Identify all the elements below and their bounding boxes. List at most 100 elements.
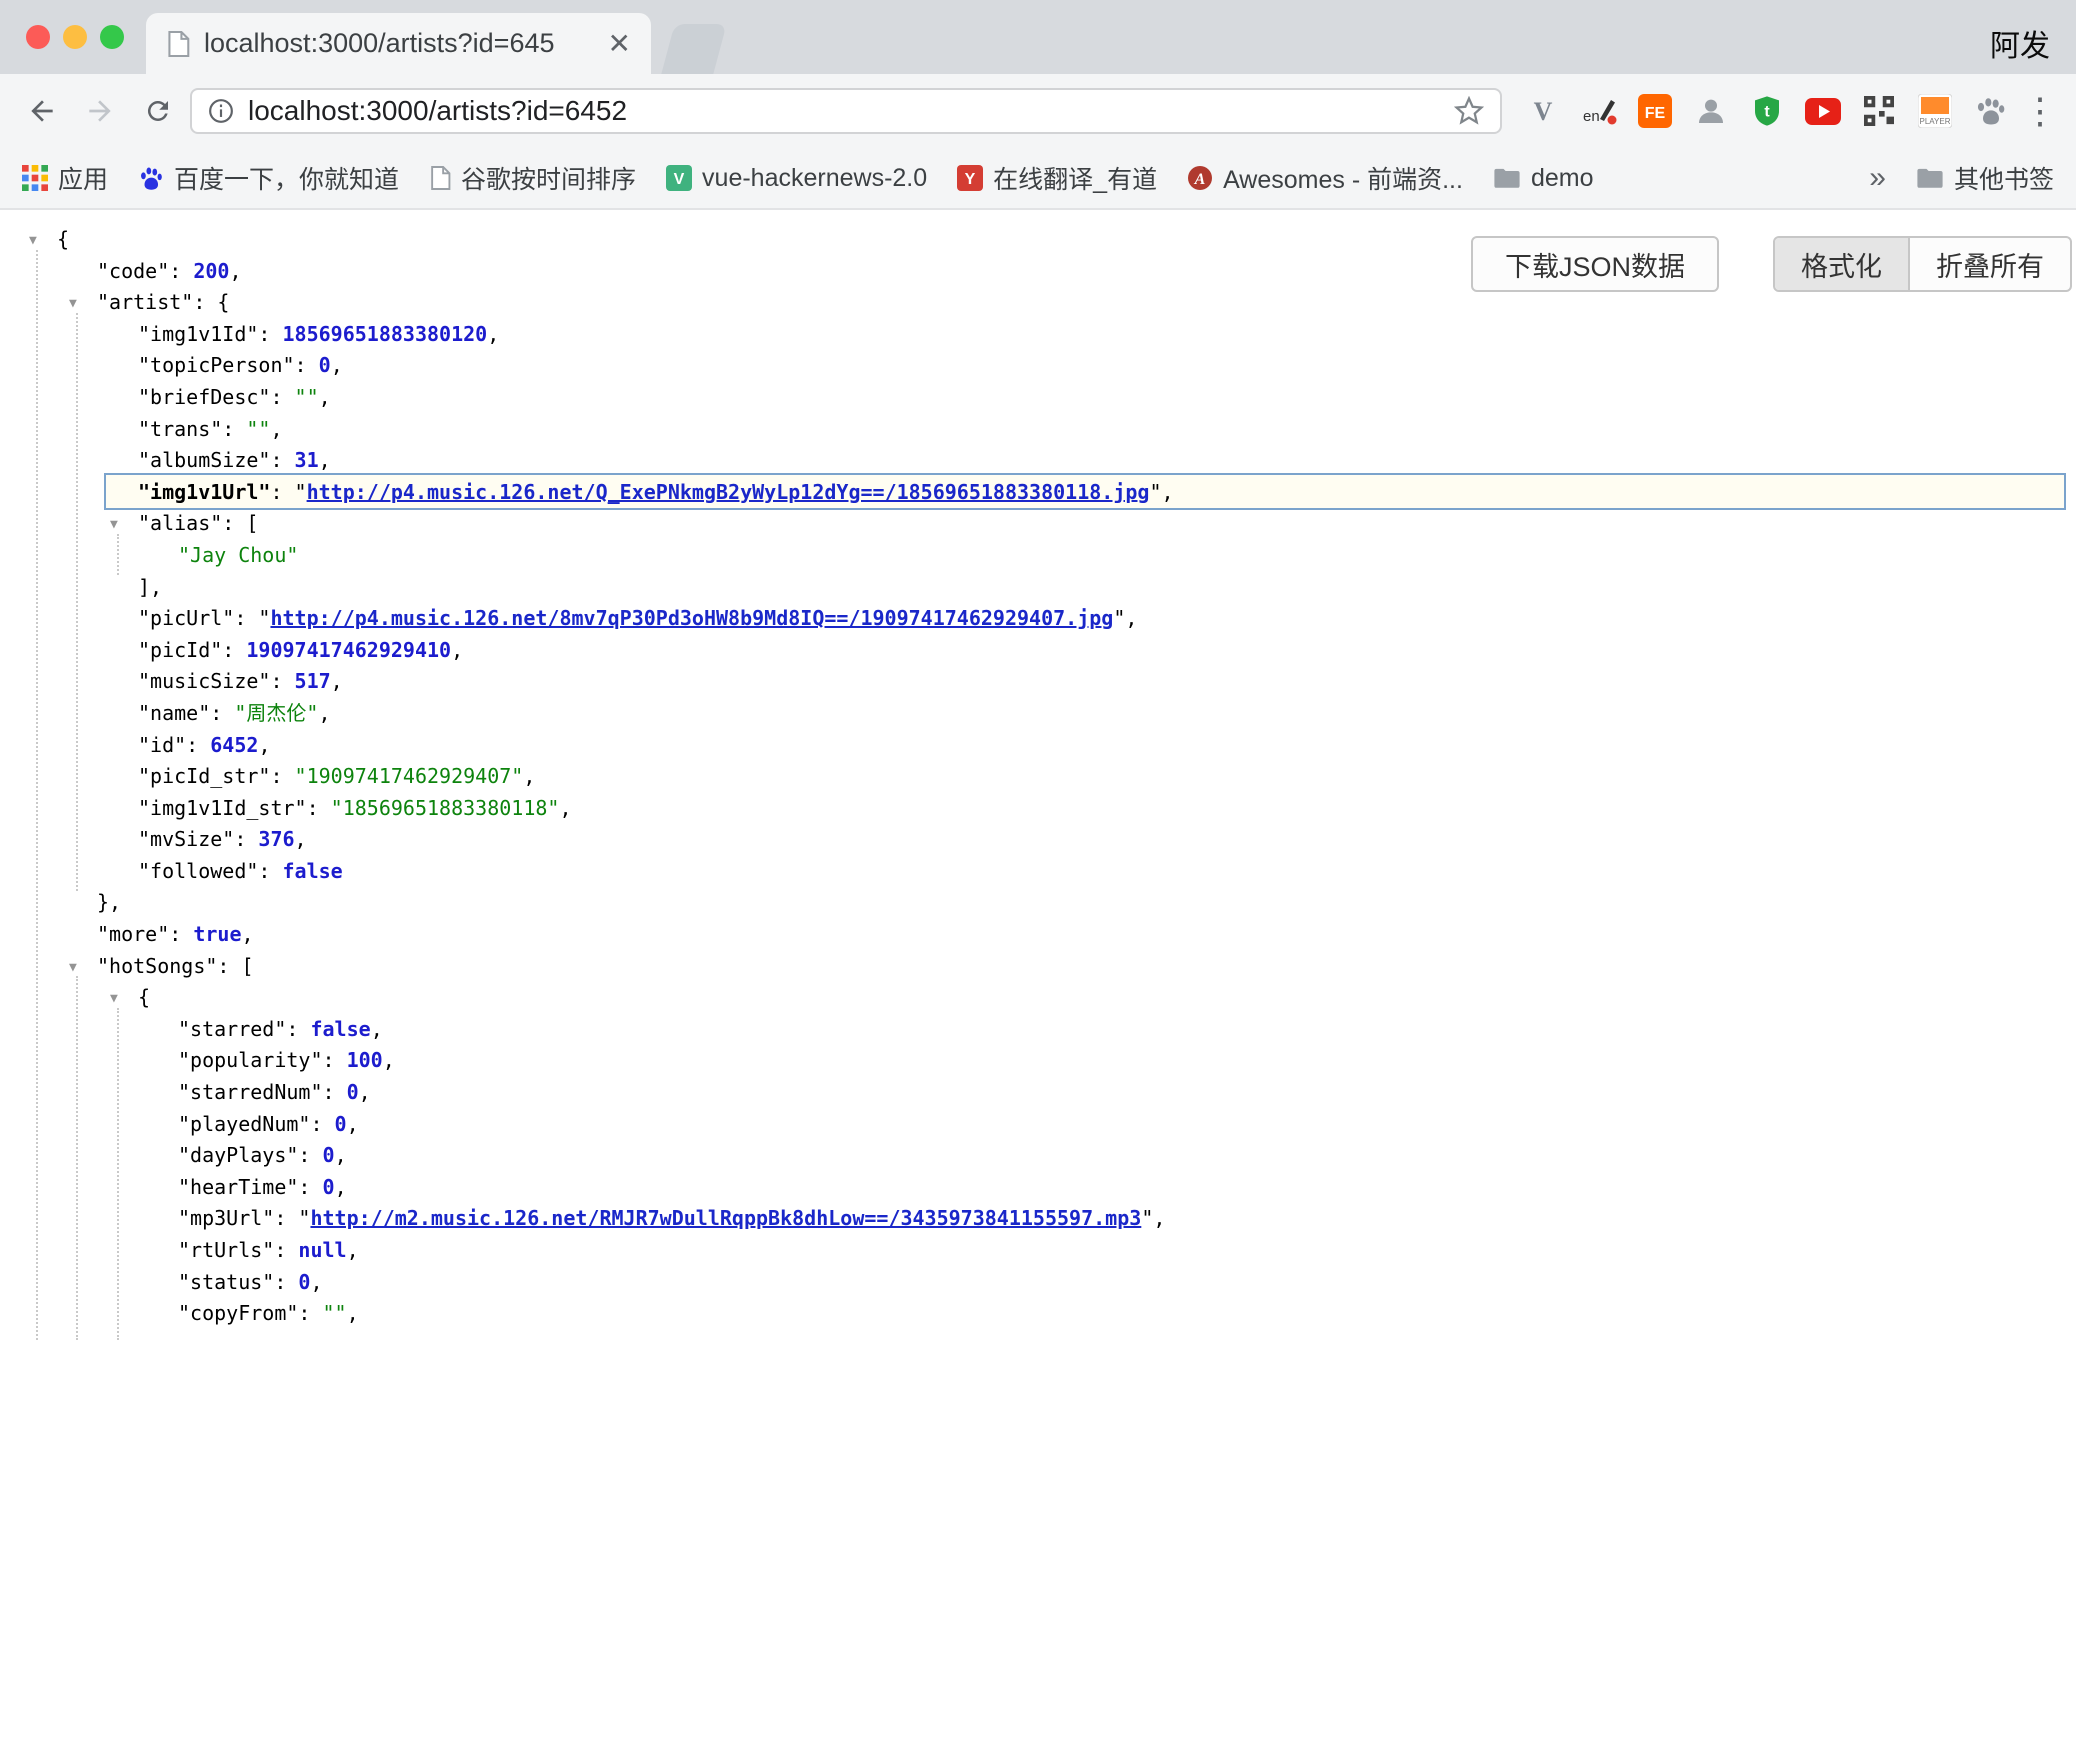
json-key: "topicPerson" [138, 353, 295, 377]
translate-extension-icon[interactable]: en [1576, 85, 1622, 137]
json-key: "name" [138, 701, 210, 725]
reload-button[interactable] [132, 85, 184, 137]
json-line-text: "img1v1Url": "http://p4.music.126.net/Q_… [138, 480, 1174, 504]
json-token: { [217, 290, 229, 314]
page-info-icon[interactable] [208, 98, 234, 124]
bookmark-item[interactable]: demo [1493, 164, 1594, 193]
tab-close-icon[interactable]: ✕ [608, 27, 631, 60]
bookmark-item[interactable]: 百度一下，你就知道 [138, 160, 399, 196]
profile-extension-icon[interactable] [1688, 85, 1734, 137]
bookmarks-overflow-icon[interactable]: » [1869, 161, 1886, 195]
format-button[interactable]: 格式化 [1775, 238, 1910, 290]
json-line-text: "followed": false [138, 859, 343, 883]
json-key: "albumSize" [138, 448, 270, 472]
json-line: "Jay Chou" [0, 540, 2076, 572]
address-input[interactable]: localhost:3000/artists?id=6452 [248, 95, 1440, 127]
json-token: "" [246, 417, 270, 441]
folder-icon [1493, 166, 1521, 190]
collapse-arrow-icon[interactable]: ▼ [110, 983, 118, 1015]
collapse-arrow-icon[interactable]: ▼ [69, 288, 77, 320]
json-token: : [169, 259, 193, 283]
profile-name[interactable]: 阿发 [1990, 21, 2050, 65]
back-button[interactable] [16, 85, 68, 137]
svg-text:A: A [1194, 171, 1206, 188]
json-line-text: "alias": [ [138, 511, 258, 535]
shield-extension-icon[interactable]: t [1744, 85, 1790, 137]
json-key: "rtUrls" [178, 1238, 274, 1262]
json-viewer-actions: 下载JSON数据 格式化 折叠所有 [1471, 236, 2072, 292]
json-token: : [323, 1048, 347, 1072]
json-token: 100 [347, 1048, 383, 1072]
json-token: false [310, 1017, 370, 1041]
bookmark-item[interactable]: 谷歌按时间排序 [429, 160, 636, 196]
json-token: "18569651883380118" [331, 796, 560, 820]
page-icon [429, 165, 451, 191]
json-token: 376 [258, 827, 294, 851]
browser-tab[interactable]: localhost:3000/artists?id=645 ✕ [146, 13, 651, 74]
json-key: "briefDesc" [138, 385, 270, 409]
json-line: ▼"hotSongs": [ [0, 951, 2076, 983]
json-token: " [298, 1206, 310, 1230]
json-url-link[interactable]: http://p4.music.126.net/Q_ExePNkmgB2yWyL… [307, 480, 1150, 504]
json-token: : [274, 1206, 298, 1230]
json-key: "img1v1Url" [138, 480, 270, 504]
apps-icon [22, 165, 48, 191]
json-line: "followed": false [0, 856, 2076, 888]
bookmark-label: 百度一下，你就知道 [174, 160, 399, 196]
json-key: "trans" [138, 417, 222, 441]
other-bookmarks-folder[interactable]: 其他书签 [1916, 160, 2054, 196]
minimize-window-button[interactable] [63, 25, 87, 49]
json-key: "playedNum" [178, 1112, 310, 1136]
bookmark-star-icon[interactable] [1454, 96, 1484, 126]
json-token: " [1113, 606, 1125, 630]
json-url-link[interactable]: http://m2.music.126.net/RMJR7wDullRqppBk… [310, 1206, 1141, 1230]
json-line-text: { [57, 227, 69, 251]
json-line: "briefDesc": "", [0, 382, 2076, 414]
json-token: , [487, 322, 499, 346]
json-key: "more" [97, 922, 169, 946]
collapse-arrow-icon[interactable]: ▼ [69, 952, 77, 984]
youtube-extension-icon[interactable] [1800, 85, 1846, 137]
json-token: : [274, 1238, 298, 1262]
json-line-text: "mvSize": 376, [138, 827, 307, 851]
qr-extension-icon[interactable] [1856, 85, 1902, 137]
json-token: " [1149, 480, 1161, 504]
json-line-text: "picId": 19097417462929410, [138, 638, 463, 662]
json-token: : [217, 954, 241, 978]
paw-extension-icon[interactable] [1968, 85, 2014, 137]
tab-title: localhost:3000/artists?id=645 [204, 28, 594, 59]
vimium-extension-icon[interactable]: V [1520, 85, 1566, 137]
bookmark-item[interactable]: Vvue-hackernews-2.0 [666, 164, 927, 193]
json-line-text: "trans": "", [138, 417, 283, 441]
json-token: , [347, 1301, 359, 1325]
close-window-button[interactable] [26, 25, 50, 49]
zoom-window-button[interactable] [100, 25, 124, 49]
json-key: "img1v1Id" [138, 322, 258, 346]
collapse-arrow-icon[interactable]: ▼ [29, 225, 37, 257]
new-tab-button[interactable] [661, 24, 726, 74]
bookmark-item[interactable]: AAwesomes - 前端资... [1187, 160, 1463, 196]
browser-menu-icon[interactable]: ⋮ [2020, 90, 2060, 132]
json-token: 18569651883380120 [283, 322, 488, 346]
bookmark-label: 应用 [58, 160, 108, 196]
json-line: "popularity": 100, [0, 1045, 2076, 1077]
player-extension-icon[interactable]: PLAYER [1912, 85, 1958, 137]
window-controls [26, 25, 124, 49]
fe-extension-icon[interactable]: FE [1632, 85, 1678, 137]
json-token: "Jay Chou" [178, 543, 298, 567]
json-url-link[interactable]: http://p4.music.126.net/8mv7qP30Pd3oHW8b… [270, 606, 1113, 630]
json-line-text: "popularity": 100, [178, 1048, 395, 1072]
address-bar[interactable]: localhost:3000/artists?id=6452 [190, 88, 1502, 134]
json-token: : [222, 638, 246, 662]
download-json-button[interactable]: 下载JSON数据 [1471, 236, 1719, 292]
forward-button[interactable] [74, 85, 126, 137]
collapse-all-button[interactable]: 折叠所有 [1910, 238, 2070, 290]
bookmark-item[interactable]: Y在线翻译_有道 [957, 160, 1157, 196]
json-line: "topicPerson": 0, [0, 350, 2076, 382]
json-token: "" [295, 385, 319, 409]
json-token: " [258, 606, 270, 630]
json-token: , [359, 1080, 371, 1104]
bookmark-item[interactable]: 应用 [22, 160, 108, 196]
json-line-text: "playedNum": 0, [178, 1112, 359, 1136]
collapse-arrow-icon[interactable]: ▼ [110, 509, 118, 541]
